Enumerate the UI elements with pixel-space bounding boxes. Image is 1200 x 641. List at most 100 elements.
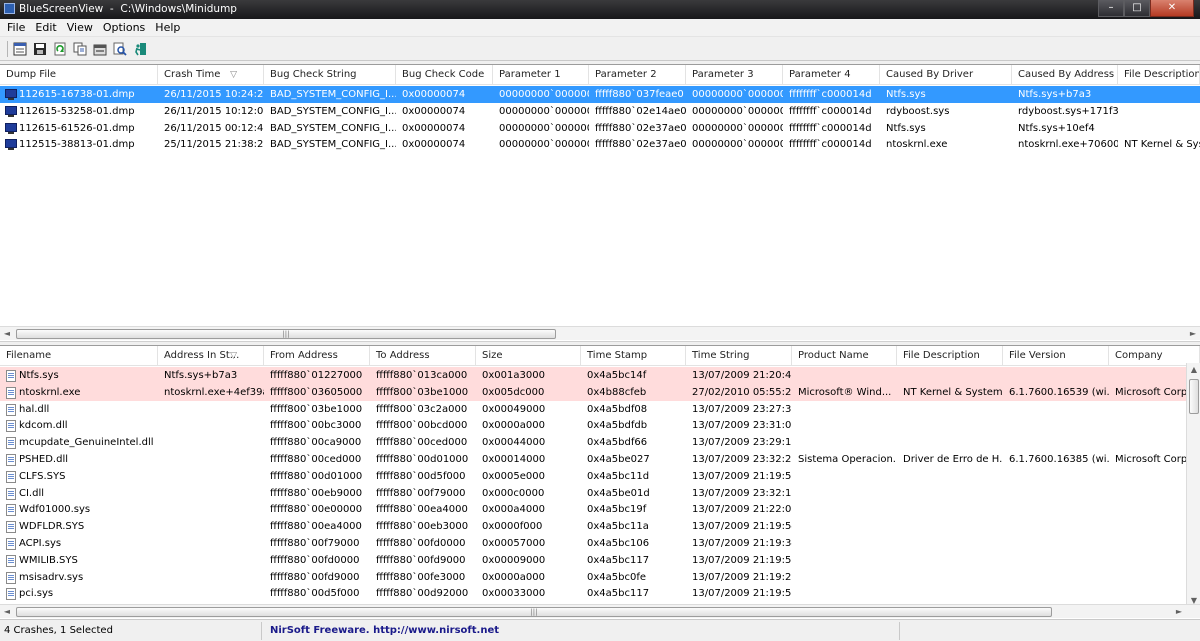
scroll-right-arrow[interactable]: ►	[1172, 605, 1186, 619]
cell-to-address: fffff800`00bcd000	[376, 420, 468, 432]
column-header-bug-check-code[interactable]: Bug Check Code	[396, 65, 493, 85]
driver-row[interactable]: WMILIB.SYS fffff880`00fd0000 fffff880`00fd…	[0, 552, 1200, 569]
column-header-label: Address In St...	[164, 350, 240, 361]
column-header-crash-time[interactable]: Crash Time ▽	[158, 65, 264, 85]
driver-list-vscrollbar[interactable]: ▲ ▼	[1186, 363, 1200, 608]
column-header-parameter-4[interactable]: Parameter 4	[783, 65, 880, 85]
driver-row[interactable]: msisadrv.sys fffff880`00fd9000 fffff880`00…	[0, 569, 1200, 586]
driver-row[interactable]: pci.sys fffff880`00d5f000 fffff880`00d9200…	[0, 585, 1200, 602]
dump-list-hscrollbar[interactable]: ◄ ||| ►	[0, 326, 1200, 340]
cell-from-address: fffff800`00bc3000	[270, 420, 362, 432]
driver-row[interactable]: kdcom.dll fffff800`00bc3000 fffff800`00bcd…	[0, 417, 1200, 434]
cell-time-string: 13/07/2009 21:19:54	[692, 521, 792, 533]
column-header-time-stamp[interactable]: Time Stamp	[581, 346, 686, 366]
column-header-label: Parameter 2	[595, 69, 657, 80]
dump-row[interactable]: 112515-38813-01.dmp 25/11/2015 21:38:20 BA…	[0, 136, 1200, 153]
find-icon[interactable]	[112, 41, 128, 57]
driver-row[interactable]: hal.dll fffff800`03be1000 fffff800`03c2a00…	[0, 401, 1200, 418]
column-header-time-string[interactable]: Time String	[686, 346, 792, 366]
cell-time-stamp: 0x4a5bc14f	[587, 370, 647, 381]
cell-product-name	[792, 468, 897, 485]
cell-to-address: fffff880`00fd9000	[376, 554, 466, 566]
driver-list-hscrollbar[interactable]: ◄ ||| ►	[0, 604, 1200, 618]
column-header-caused-by-address[interactable]: Caused By Address	[1012, 65, 1118, 85]
driver-row[interactable]: Ntfs.sys Ntfs.sys+b7a3 fffff880`01227000 ff…	[0, 367, 1200, 384]
cell-filename: pci.sys	[19, 588, 54, 600]
driver-row[interactable]: Wdf01000.sys fffff880`00e00000 fffff880`00…	[0, 501, 1200, 518]
cell-product-name	[792, 485, 897, 502]
cell-to-address: fffff880`00fd0000	[376, 538, 466, 549]
driver-row[interactable]: ntoskrnl.exe ntoskrnl.exe+4ef39a fffff800`…	[0, 383, 1200, 401]
column-header-size[interactable]: Size	[476, 346, 581, 366]
driver-row[interactable]: mcupdate_GenuineIntel.dll fffff880`00ca90…	[0, 434, 1200, 451]
cell-address-in-stack	[158, 485, 264, 502]
dump-row[interactable]: 112615-16738-01.dmp 26/11/2015 10:24:27 BA…	[0, 86, 1200, 103]
save-icon[interactable]	[32, 41, 48, 57]
dump-row[interactable]: 112615-53258-01.dmp 26/11/2015 10:12:06 BA…	[0, 103, 1200, 120]
menu-help[interactable]: Help	[150, 21, 185, 34]
column-header-address-in-stack[interactable]: Address In St... ▽	[158, 346, 264, 366]
cell-filename: WDFLDR.SYS	[19, 521, 85, 533]
column-header-dump-file[interactable]: Dump File	[0, 65, 158, 85]
minimize-button[interactable]: –	[1098, 0, 1124, 17]
cell-product-name: Microsoft® Wind...	[798, 386, 892, 398]
driver-row[interactable]: CI.dll fffff880`00eb9000 fffff880`00f79000…	[0, 485, 1200, 502]
nirsoft-link[interactable]: NirSoft Freeware. http://www.nirsoft.net	[266, 622, 900, 640]
cell-to-address: fffff880`00f79000	[376, 487, 466, 499]
cell-size: 0x00057000	[482, 538, 546, 549]
cell-time-stamp: 0x4a5be01d	[587, 487, 650, 499]
column-header-bug-check-string[interactable]: Bug Check String	[264, 65, 396, 85]
column-header-parameter-1[interactable]: Parameter 1	[493, 65, 589, 85]
scroll-up-arrow[interactable]: ▲	[1187, 363, 1200, 377]
cell-parameter-2: fffff880`02e37ae0	[595, 139, 686, 151]
cell-to-address: fffff880`00ea4000	[376, 504, 468, 516]
column-header-caused-by-driver[interactable]: Caused By Driver	[880, 65, 1012, 85]
driver-row[interactable]: ACPI.sys fffff880`00f79000 fffff880`00fd00…	[0, 535, 1200, 552]
cell-size: 0x0000a000	[482, 420, 545, 432]
cell-product-name	[792, 535, 897, 552]
menu-options[interactable]: Options	[98, 21, 150, 34]
column-header-to-address[interactable]: To Address	[370, 346, 476, 366]
cell-file-description	[897, 485, 1003, 502]
driver-row[interactable]: WDFLDR.SYS fffff880`00ea4000 fffff880`00eb…	[0, 518, 1200, 535]
column-header-file-description[interactable]: File Description	[897, 346, 1003, 366]
refresh-icon[interactable]	[52, 41, 68, 57]
cell-to-address: fffff880`00d5f000	[376, 470, 466, 482]
cell-time-string: 13/07/2009 21:19:51	[692, 554, 792, 566]
driver-row[interactable]: CLFS.SYS fffff880`00d01000 fffff880`00d5f0…	[0, 468, 1200, 485]
cell-size: 0x00009000	[482, 554, 546, 566]
dump-row[interactable]: 112615-61526-01.dmp 26/11/2015 00:12:41 BA…	[0, 120, 1200, 137]
column-header-file-version[interactable]: File Version	[1003, 346, 1109, 366]
close-button[interactable]: ✕	[1150, 0, 1194, 17]
cell-caused-by-address: Ntfs.sys+b7a3	[1018, 89, 1092, 100]
vscroll-thumb[interactable]	[1189, 379, 1199, 414]
toolbar	[0, 37, 1200, 61]
scroll-thumb[interactable]: |||	[16, 607, 1052, 617]
cell-file-description	[897, 468, 1003, 485]
column-header-parameter-2[interactable]: Parameter 2	[589, 65, 686, 85]
scroll-left-arrow[interactable]: ◄	[0, 327, 14, 341]
cell-file-version	[1003, 401, 1109, 418]
column-header-product-name[interactable]: Product Name	[792, 346, 897, 366]
driver-row[interactable]: PSHED.dll fffff880`00ced000 fffff880`00d01…	[0, 451, 1200, 468]
column-header-file-description[interactable]: File Description	[1118, 65, 1200, 85]
scroll-thumb[interactable]: |||	[16, 329, 556, 339]
scroll-right-arrow[interactable]: ►	[1186, 327, 1200, 341]
cell-time-stamp: 0x4a5bc117	[587, 588, 650, 600]
column-header-from-address[interactable]: From Address	[264, 346, 370, 366]
menu-edit[interactable]: Edit	[30, 21, 61, 34]
cell-from-address: fffff880`00d01000	[270, 470, 363, 482]
options-icon[interactable]	[92, 41, 108, 57]
scroll-left-arrow[interactable]: ◄	[0, 605, 14, 619]
menu-file[interactable]: File	[2, 21, 30, 34]
cell-time-stamp: 0x4a5bc0fe	[587, 571, 647, 583]
column-header-label: Parameter 1	[499, 69, 561, 80]
maximize-button[interactable]: □	[1124, 0, 1150, 17]
copy-icon[interactable]	[72, 41, 88, 57]
menu-view[interactable]: View	[62, 21, 98, 34]
exit-icon[interactable]	[132, 41, 148, 57]
cell-file-version	[1003, 552, 1109, 569]
column-header-filename[interactable]: Filename	[0, 346, 158, 366]
column-header-parameter-3[interactable]: Parameter 3	[686, 65, 783, 85]
properties-icon[interactable]	[12, 41, 28, 57]
